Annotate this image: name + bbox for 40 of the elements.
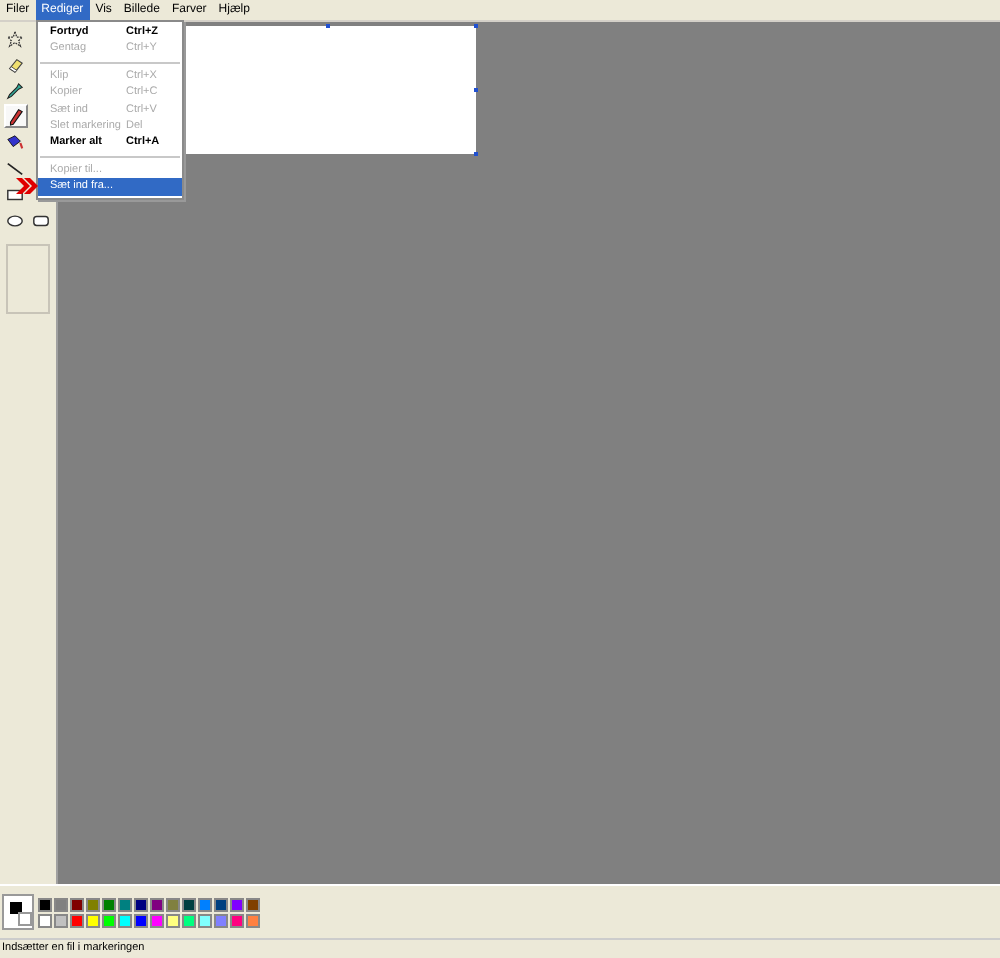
color-swatch[interactable] [214,913,228,927]
chevron-icon [16,178,38,194]
resize-handle[interactable] [326,24,330,28]
color-swatch[interactable] [134,897,148,911]
color-swatch[interactable] [54,897,68,911]
color-swatch[interactable] [70,897,84,911]
color-swatch[interactable] [134,913,148,927]
picker-tool-button[interactable] [3,78,27,102]
color-swatch[interactable] [246,913,260,927]
color-swatch[interactable] [54,913,68,927]
color-swatch[interactable] [198,913,212,927]
color-swatch[interactable] [214,897,228,911]
resize-handle[interactable] [474,152,478,156]
color-swatch[interactable] [86,913,100,927]
foreground-color-swatch[interactable] [8,900,24,916]
color-swatch[interactable] [166,897,180,911]
color-swatch[interactable] [102,913,116,927]
select-tool-button[interactable] [3,26,27,50]
color-swatch[interactable] [38,913,52,927]
color-swatch[interactable] [86,897,100,911]
resize-handle[interactable] [474,88,478,92]
color-swatch[interactable] [230,897,244,911]
color-swatch[interactable] [166,913,180,927]
color-swatch[interactable] [118,913,132,927]
fill-tool-button[interactable] [3,130,27,154]
pencil-tool-button[interactable] [3,104,27,128]
color-swatch[interactable] [150,897,164,911]
color-swatch[interactable] [246,897,260,911]
color-swatch[interactable] [70,913,84,927]
color-swatch[interactable] [38,897,52,911]
color-swatch[interactable] [198,897,212,911]
tool-options-box [6,244,50,314]
resize-handle[interactable] [474,24,478,28]
background-color-swatch[interactable] [18,912,32,926]
color-swatch[interactable] [230,913,244,927]
color-swatch[interactable] [102,897,116,911]
color-swatch[interactable] [182,897,196,911]
color-swatch[interactable] [118,897,132,911]
color-swatch[interactable] [150,913,164,927]
color-swatch[interactable] [182,913,196,927]
